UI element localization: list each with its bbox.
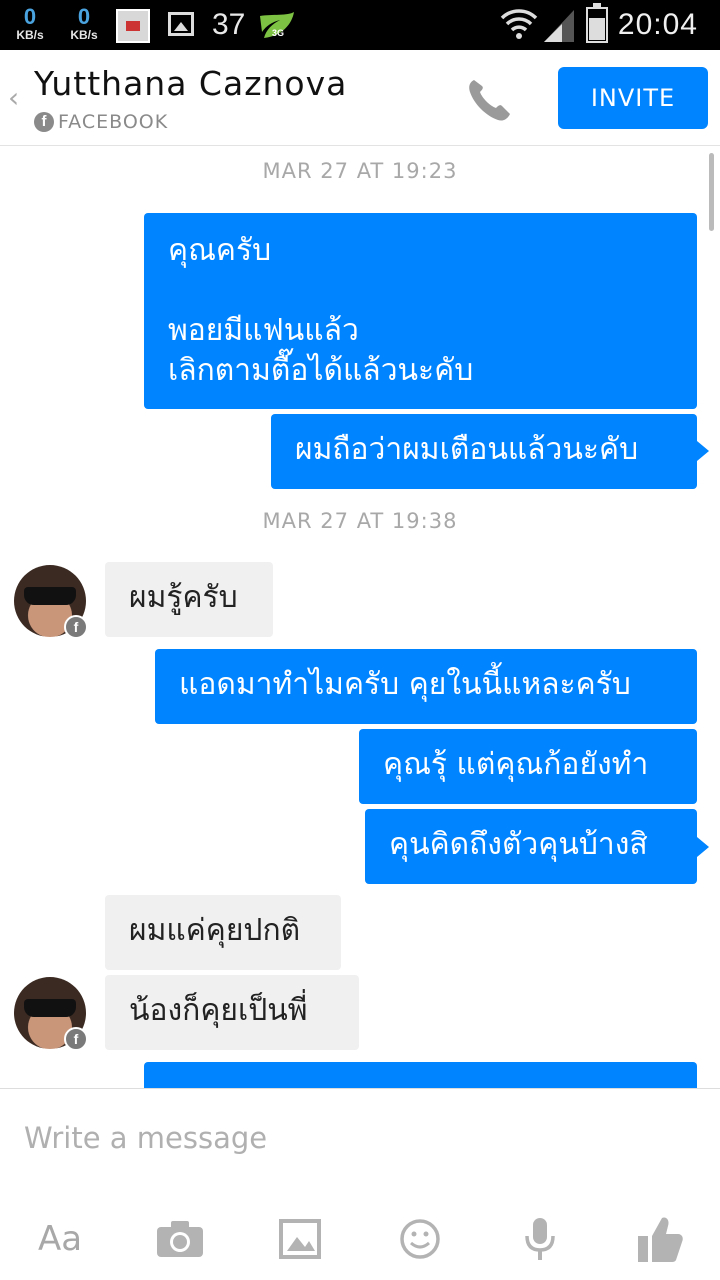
contact-avatar[interactable]: f xyxy=(14,977,88,1051)
outgoing-message[interactable]: คุณรุ้ แต่คุณก้อยังทำ xyxy=(359,729,697,804)
status-bar: 0 KB/s 0 KB/s 37 3G 20:04 xyxy=(0,0,720,50)
facebook-icon: f xyxy=(34,112,54,132)
camera-icon xyxy=(157,1221,203,1257)
notification-count: 37 xyxy=(212,8,246,41)
conversation-header: ‹ Yutthana Caznova f FACEBOOK INVITE xyxy=(0,50,720,146)
invite-button[interactable]: INVITE xyxy=(558,67,708,129)
contact-name[interactable]: Yutthana Caznova xyxy=(34,64,347,104)
upload-speed-unit: KB/s xyxy=(70,28,98,42)
like-button[interactable] xyxy=(630,1209,690,1269)
camera-button[interactable] xyxy=(150,1209,210,1269)
gallery-notification-icon xyxy=(168,12,194,36)
outgoing-message[interactable]: แอดมาทำไมครับ คุยในนี้แหละครับ xyxy=(155,649,697,724)
wifi-icon xyxy=(500,9,538,39)
upload-speed: 0 KB/s xyxy=(62,4,106,43)
image-icon xyxy=(279,1219,321,1259)
facebook-badge-icon: f xyxy=(64,615,88,639)
voice-record-button[interactable] xyxy=(510,1209,570,1269)
battery-icon xyxy=(586,3,608,43)
notification-app-icon xyxy=(116,9,150,43)
facebook-badge-icon: f xyxy=(64,1027,88,1051)
outgoing-message[interactable]: ผมถือว่าผมเตือนแล้วนะคับ xyxy=(271,414,697,489)
smiley-icon xyxy=(400,1219,440,1259)
message-tail xyxy=(697,837,709,857)
upload-speed-value: 0 xyxy=(77,4,91,29)
back-chevron-icon[interactable]: ‹ xyxy=(8,84,19,112)
clock: 20:04 xyxy=(617,8,698,41)
outgoing-message-partial[interactable] xyxy=(144,1062,697,1088)
outgoing-message[interactable]: คุณครับ พอยมีแฟนแล้ว เลิกตามตื๊อได้แล้วน… xyxy=(144,213,697,409)
thumbs-up-icon xyxy=(638,1217,683,1262)
microphone-icon xyxy=(525,1218,555,1260)
timestamp: MAR 27 AT 19:23 xyxy=(262,159,458,183)
message-input[interactable] xyxy=(0,1089,720,1187)
download-speed: 0 KB/s xyxy=(8,4,52,43)
signal-strength-icon xyxy=(544,10,574,42)
avatar-sunglasses xyxy=(24,587,76,605)
avatar-sunglasses xyxy=(24,999,76,1017)
phone-call-icon[interactable] xyxy=(466,76,514,122)
contact-source-row: f FACEBOOK xyxy=(34,110,168,134)
gallery-button[interactable] xyxy=(270,1209,330,1269)
3g-label: 3G xyxy=(272,28,284,38)
contact-avatar[interactable]: f xyxy=(14,565,88,639)
text-format-button[interactable]: Aa xyxy=(30,1209,90,1269)
contact-source: FACEBOOK xyxy=(58,111,169,133)
message-tail xyxy=(697,441,709,461)
incoming-message[interactable]: ผมแค่คุยปกติ xyxy=(105,895,341,970)
outgoing-message[interactable]: คุนคิดถึงตัวคุนบ้างสิ xyxy=(365,809,697,884)
timestamp: MAR 27 AT 19:38 xyxy=(262,509,458,533)
download-speed-unit: KB/s xyxy=(16,28,44,42)
incoming-message[interactable]: ผมรู้ครับ xyxy=(105,562,273,637)
download-speed-value: 0 xyxy=(23,4,37,29)
3g-leaf-icon: 3G xyxy=(260,12,294,38)
message-thread[interactable]: MAR 27 AT 19:23 คุณครับ พอยมีแฟนแล้ว เลิ… xyxy=(0,147,720,1088)
message-composer: Aa xyxy=(0,1088,720,1280)
incoming-message[interactable]: น้องก็คุยเป็นพี่ xyxy=(105,975,359,1050)
emoji-button[interactable] xyxy=(390,1209,450,1269)
